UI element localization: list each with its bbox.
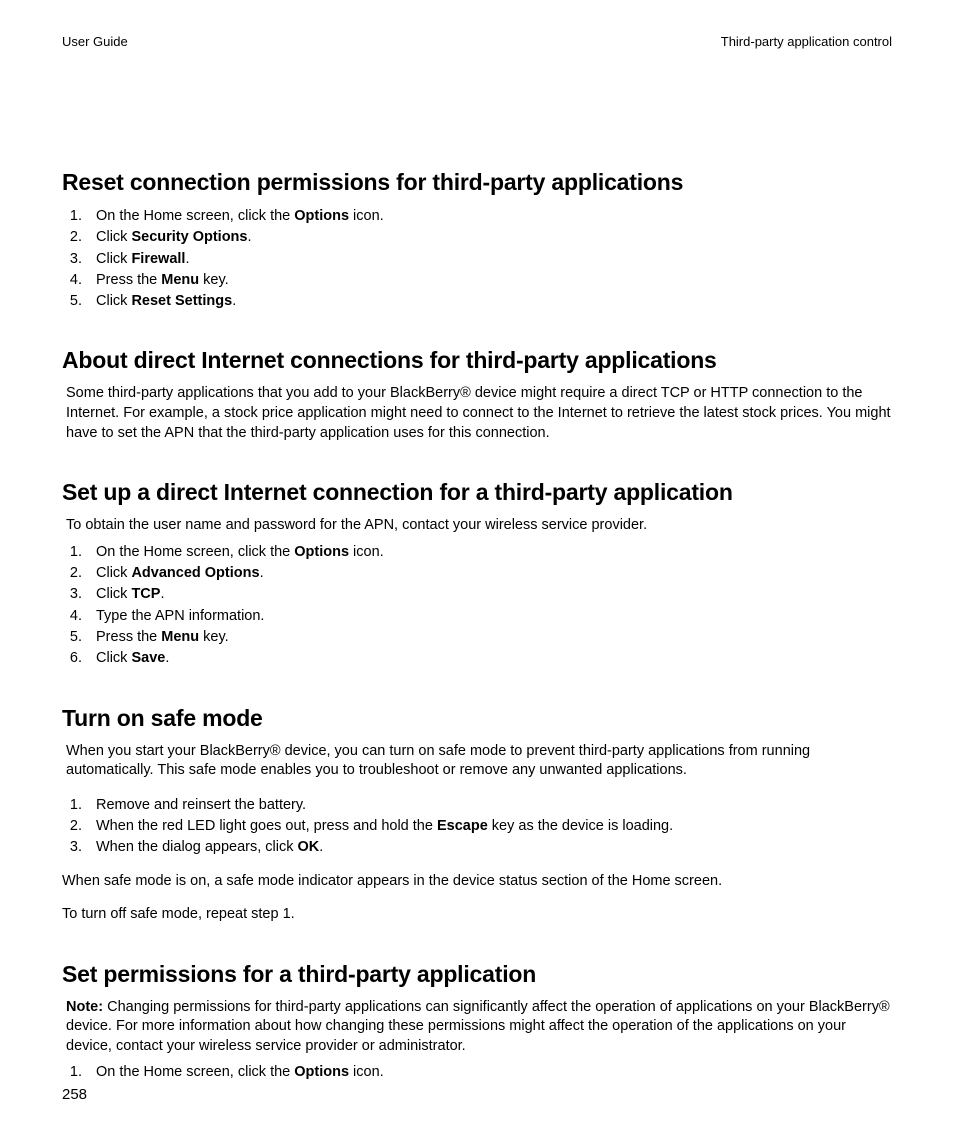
note-paragraph: Note: Changing permissions for third-par…	[66, 998, 892, 1057]
paragraph: When you start your BlackBerry® device, …	[66, 742, 892, 781]
list-item: Type the APN information.	[86, 606, 892, 626]
heading-reset: Reset connection permissions for third-p…	[62, 169, 892, 196]
list-item: On the Home screen, click the Options ic…	[86, 542, 892, 562]
section-setup: Set up a direct Internet connection for …	[62, 479, 892, 668]
list-item: Click Reset Settings.	[86, 291, 892, 311]
heading-perms: Set permissions for a third-party applic…	[62, 961, 892, 988]
list-item: Remove and reinsert the battery.	[86, 795, 892, 815]
paragraph: Some third-party applications that you a…	[66, 384, 892, 443]
section-reset: Reset connection permissions for third-p…	[62, 169, 892, 311]
paragraph: To turn off safe mode, repeat step 1.	[62, 905, 892, 925]
page-number: 258	[62, 1086, 87, 1103]
section-perms: Set permissions for a third-party applic…	[62, 961, 892, 1083]
steps-setup: On the Home screen, click the Options ic…	[62, 542, 892, 669]
steps-perms: On the Home screen, click the Options ic…	[62, 1062, 892, 1082]
header-right: Third-party application control	[721, 34, 892, 49]
section-about: About direct Internet connections for th…	[62, 347, 892, 443]
note-label: Note:	[66, 999, 103, 1015]
paragraph: When safe mode is on, a safe mode indica…	[62, 872, 892, 892]
steps-safemode: Remove and reinsert the battery. When th…	[62, 795, 892, 858]
list-item: Click Advanced Options.	[86, 563, 892, 583]
list-item: Click TCP.	[86, 584, 892, 604]
heading-safemode: Turn on safe mode	[62, 705, 892, 732]
list-item: When the red LED light goes out, press a…	[86, 816, 892, 836]
page-header: User Guide Third-party application contr…	[62, 34, 892, 49]
list-item: On the Home screen, click the Options ic…	[86, 206, 892, 226]
paragraph: To obtain the user name and password for…	[66, 516, 892, 536]
list-item: Press the Menu key.	[86, 270, 892, 290]
page: User Guide Third-party application contr…	[0, 0, 954, 1145]
heading-setup: Set up a direct Internet connection for …	[62, 479, 892, 506]
heading-about: About direct Internet connections for th…	[62, 347, 892, 374]
section-safemode: Turn on safe mode When you start your Bl…	[62, 705, 892, 925]
header-left: User Guide	[62, 34, 128, 49]
list-item: Click Security Options.	[86, 227, 892, 247]
list-item: When the dialog appears, click OK.	[86, 837, 892, 857]
list-item: Press the Menu key.	[86, 627, 892, 647]
steps-reset: On the Home screen, click the Options ic…	[62, 206, 892, 311]
list-item: Click Firewall.	[86, 249, 892, 269]
list-item: Click Save.	[86, 648, 892, 668]
list-item: On the Home screen, click the Options ic…	[86, 1062, 892, 1082]
